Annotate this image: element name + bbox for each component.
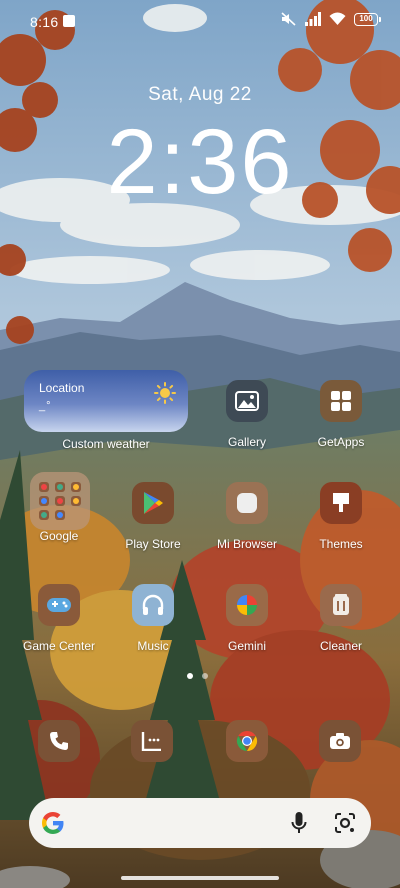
- themes-icon: [320, 482, 362, 524]
- wifi-icon: [329, 12, 346, 26]
- browser-icon: [226, 482, 268, 524]
- folder-icon: [30, 472, 90, 530]
- messages-icon[interactable]: [131, 720, 173, 762]
- cleaner-icon: [320, 584, 362, 626]
- getapps-icon: [320, 380, 362, 422]
- camera-icon[interactable]: [319, 720, 361, 762]
- page-dot-1[interactable]: [187, 673, 193, 679]
- game-center-icon: [38, 584, 80, 626]
- app-getapps[interactable]: GetApps: [286, 380, 396, 470]
- mute-icon: [281, 12, 297, 26]
- google-search-bar[interactable]: [29, 798, 371, 848]
- play-store-icon: [132, 482, 174, 524]
- weather-widget-label[interactable]: Custom weather: [51, 437, 161, 451]
- battery-icon: 100: [354, 12, 381, 26]
- headphones-icon: [132, 584, 174, 626]
- phone-icon[interactable]: [38, 720, 80, 762]
- app-cleaner[interactable]: Cleaner: [286, 584, 396, 674]
- chrome-icon[interactable]: [226, 720, 268, 762]
- weather-temperature: _°: [39, 400, 52, 412]
- sun-icon: [154, 382, 176, 409]
- gemini-icon: [226, 584, 268, 626]
- google-g-icon: [40, 810, 66, 841]
- microphone-icon[interactable]: [291, 811, 307, 840]
- lens-icon[interactable]: [333, 811, 357, 840]
- clock-display: 2:36: [106, 111, 294, 213]
- home-indicator[interactable]: [121, 876, 279, 880]
- signal-icon: [305, 12, 321, 26]
- app-label: Themes: [319, 537, 363, 551]
- notification-icon: [63, 15, 75, 27]
- page-indicator[interactable]: [187, 673, 208, 679]
- gallery-icon: [226, 380, 268, 422]
- status-bar: 8:16 100: [0, 0, 400, 40]
- status-icons: 100: [281, 12, 381, 26]
- status-time: 8:16: [30, 14, 59, 30]
- app-themes[interactable]: Themes: [286, 482, 396, 572]
- app-label: GetApps: [317, 435, 365, 449]
- weather-location: Location: [39, 381, 85, 395]
- app-label: Cleaner: [319, 639, 363, 653]
- page-dot-2[interactable]: [202, 673, 208, 679]
- weather-widget[interactable]: Location _°: [24, 370, 188, 432]
- date-display: Sat, Aug 22: [148, 84, 252, 105]
